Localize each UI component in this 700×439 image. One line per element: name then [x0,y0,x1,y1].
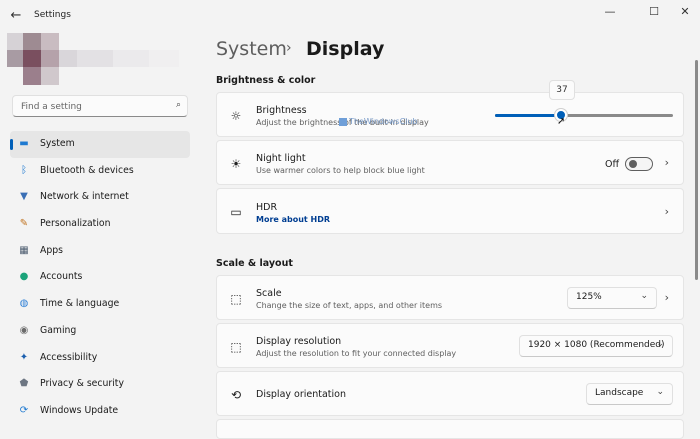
next-setting-card [216,419,684,439]
chevron-right-icon[interactable]: › [665,205,669,218]
hdr-card[interactable]: ▭ HDR More about HDR › [216,188,684,234]
breadcrumb-parent[interactable]: System [216,38,287,60]
back-button[interactable]: ← [8,8,24,24]
brightness-card: ☼ Brightness Adjust the brightness of th… [216,80,684,137]
display-resolution-title: Display resolution [256,336,342,347]
chevron-right-icon: › [286,40,292,56]
sidebar-item-label: Accounts [40,271,83,283]
mouse-cursor-icon: ➚ [557,116,566,127]
scale-icon: ⬚ [230,292,242,306]
orientation-icon: ⟲ [230,388,242,402]
wifi-icon: ▼ [20,191,28,203]
maximize-button[interactable]: ☐ [641,4,667,20]
toggle-knob [629,160,637,168]
night-light-state-label: Off [604,159,619,170]
display-resolution-value: 1920 × 1080 (Recommended) [528,340,665,350]
night-light-icon: ☀ [230,157,242,171]
scale-dropdown-value: 125% [576,292,602,302]
sidebar-item-label: Accessibility [40,351,98,363]
update-icon: ⟳ [19,404,29,416]
chevron-right-icon[interactable]: › [665,156,669,169]
brightness-title: Brightness [256,105,307,116]
close-button[interactable]: ✕ [672,4,698,20]
brightness-value-tooltip: 37 [549,80,575,100]
search-input[interactable] [19,99,173,115]
display-resolution-dropdown[interactable]: 1920 × 1080 (Recommended) ⌄ [519,335,673,357]
sidebar-item-personalization[interactable]: ✎ Personalization [10,211,190,238]
display-orientation-title: Display orientation [256,389,347,400]
scale-subtitle: Change the size of text, apps, and other… [256,301,443,310]
sidebar-item-windows-update[interactable]: ⟳ Windows Update [10,398,190,425]
sidebar-item-system[interactable]: ▬ System [10,131,190,158]
monitor-icon: ▬ [19,138,29,149]
display-resolution-card: ⬚ Display resolution Adjust the resoluti… [216,323,684,368]
section-heading-brightness-color: Brightness & color [216,75,316,86]
scale-dropdown[interactable]: 125% ⌄ [567,287,657,309]
brightness-slider-fill [495,114,561,117]
avatar[interactable] [7,33,183,85]
sidebar-item-label: Apps [40,244,64,256]
brightness-slider[interactable]: 37 ➚ [495,80,673,127]
shield-icon: ⬟ [19,378,29,390]
display-orientation-card: ⟲ Display orientation Landscape ⌄ [216,371,684,416]
brush-icon: ✎ [19,218,29,230]
sidebar-item-label: Network & internet [40,191,129,203]
hdr-icon: ▭ [230,205,242,219]
display-orientation-dropdown[interactable]: Landscape ⌄ [586,383,673,405]
globe-icon: ◍ [19,298,29,310]
night-light-card[interactable]: ☀ Night light Use warmer colors to help … [216,140,684,185]
bluetooth-icon: ᛒ [21,164,27,176]
more-about-hdr-link[interactable]: More about HDR [256,215,330,224]
watermark-logo-icon [339,118,347,126]
scale-card: ⬚ Scale Change the size of text, apps, a… [216,275,684,320]
sidebar-item-label: Privacy & security [40,378,124,390]
sidebar-item-bluetooth[interactable]: ᛒ Bluetooth & devices [10,158,190,185]
sidebar-item-label: Gaming [40,324,77,336]
sidebar-item-gaming[interactable]: ◉ Gaming [10,318,190,345]
sun-icon: ☼ [230,109,242,123]
chevron-down-icon: ⌄ [656,387,664,397]
sidebar-item-privacy-security[interactable]: ⬟ Privacy & security [10,371,190,398]
person-icon: ● [19,271,29,283]
sidebar-item-label: System [40,138,75,149]
search-box[interactable]: ⌕ [12,95,188,117]
apps-icon: ▦ [19,244,29,256]
scrollbar[interactable] [695,60,698,280]
resolution-icon: ⬚ [230,340,242,354]
night-light-subtitle: Use warmer colors to help block blue lig… [256,166,425,175]
sidebar-item-label: Bluetooth & devices [40,164,134,176]
section-heading-scale-layout: Scale & layout [216,258,293,269]
night-light-toggle[interactable] [625,157,653,171]
title-bar: ← Settings — ☐ ✕ [0,0,700,32]
chevron-right-icon[interactable]: › [665,291,669,304]
sidebar-nav: ▬ System ᛒ Bluetooth & devices ▼ Network… [10,131,190,425]
chevron-down-icon: ⌄ [656,339,664,349]
sidebar-item-label: Windows Update [40,404,119,416]
sidebar-item-label: Personalization [40,218,111,230]
chevron-down-icon: ⌄ [640,291,648,301]
minimize-button[interactable]: — [597,4,623,20]
sidebar-item-accessibility[interactable]: ✦ Accessibility [10,345,190,372]
sidebar-item-apps[interactable]: ▦ Apps [10,238,190,265]
search-icon[interactable]: ⌕ [176,100,181,110]
sidebar-item-accounts[interactable]: ● Accounts [10,264,190,291]
display-orientation-value: Landscape [595,388,644,398]
scale-title: Scale [256,288,282,299]
app-title: Settings [34,10,71,20]
display-resolution-subtitle: Adjust the resolution to fit your connec… [256,349,457,358]
watermark-text: TheWindowsClub [349,117,418,126]
accessibility-icon: ✦ [19,351,29,363]
sidebar-item-network[interactable]: ▼ Network & internet [10,184,190,211]
page-title: Display [306,38,385,60]
hdr-title: HDR [256,202,278,213]
sidebar-item-label: Time & language [40,298,120,310]
gamepad-icon: ◉ [19,324,29,336]
sidebar-item-time-language[interactable]: ◍ Time & language [10,291,190,318]
night-light-title: Night light [256,153,306,164]
